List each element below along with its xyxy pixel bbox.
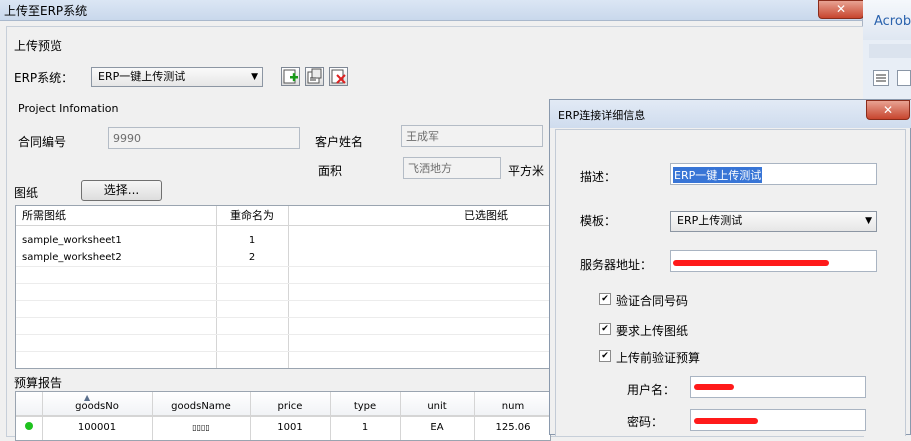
row-divider [16,351,550,352]
check-budget-checkbox[interactable]: ✔ [599,350,611,362]
template-select-value: ERP上传测试 [677,214,743,227]
password-field[interactable] [690,409,866,431]
main-close-button[interactable]: ✕ [818,0,864,19]
table-row-rename[interactable]: 2 [216,249,288,266]
column-divider [216,206,217,368]
app-toolbar [869,44,911,58]
table-row-type[interactable]: 1 [330,419,400,436]
username-label: 用户名： [627,383,676,397]
server-field[interactable] [670,250,877,272]
col-header-price[interactable]: price [250,398,330,415]
username-field[interactable] [690,376,866,398]
table-row-num[interactable]: 125.06 [474,419,550,436]
status-dot-icon [25,422,33,430]
template-label: 模板： [580,214,617,228]
table-row-goodsname[interactable]: ▯▯▯▯ [152,419,250,436]
edit-button[interactable] [305,67,324,86]
col-header-type[interactable]: type [330,398,400,415]
drawings-table[interactable]: 所需图纸 重命名为 已选图纸 sample_worksheet1 1 sampl… [15,205,551,369]
redaction-mark [694,384,734,390]
row-divider [16,283,550,284]
contract-no-field[interactable]: 9990 [108,127,300,149]
dialog-title-text: ERP连接详细信息 [558,109,646,122]
edit-icon [307,68,322,84]
col-header-goodsno[interactable]: goodsNo [42,398,152,415]
col-header-goodsname[interactable]: goodsName [152,398,250,415]
table-row-name[interactable]: sample_worksheet2 [22,249,122,266]
template-select[interactable]: ERP上传测试 ▼ [670,211,877,232]
desc-field[interactable]: ERP一键上传测试 [670,163,877,185]
check-upload-checkbox[interactable]: ✔ [599,323,611,335]
row-divider [16,266,550,267]
chevron-down-icon: ▼ [251,72,258,82]
drawings-label: 图纸 [14,186,39,200]
table-row-unit[interactable]: EA [400,419,474,436]
chevron-down-icon: ▼ [865,216,872,226]
redaction-mark [673,260,829,266]
table-row-rename[interactable]: 1 [216,232,288,249]
erp-select[interactable]: ERP一键上传测试 ▼ [91,67,263,87]
row-divider [16,334,550,335]
area-label: 面积 [318,164,343,178]
password-label: 密码： [627,415,664,429]
checkbox-check-icon: ✔ [601,351,609,361]
col-header-required[interactable]: 所需图纸 [22,207,66,224]
redaction-mark [694,418,758,424]
dialog-title-bar[interactable]: ERP连接详细信息 [550,100,911,128]
area-unit: 平方米 [508,164,545,178]
table-row-name[interactable]: sample_worksheet1 [22,232,122,249]
column-divider [288,206,289,368]
dialog-body: 描述： ERP一键上传测试 模板： ERP上传测试 ▼ 服务器地址： ✔ 验证合… [555,129,906,436]
close-icon: ✕ [835,2,847,16]
col-header-num[interactable]: num [474,398,550,415]
customer-field[interactable]: 王成军 [401,125,543,147]
desc-field-value: ERP一键上传测试 [673,167,763,183]
row-divider [16,317,550,318]
delete-button[interactable] [329,67,348,86]
erp-select-value: ERP一键上传测试 [98,70,186,83]
checkbox-check-icon: ✔ [601,294,609,304]
erp-detail-dialog: ERP连接详细信息 ✕ 描述： ERP一键上传测试 模板： ERP上传测试 ▼ … [549,99,911,436]
area-field[interactable]: 飞洒地方 [403,157,501,179]
server-label: 服务器地址： [580,258,653,272]
app-acrobat-label: Acrob [874,14,911,29]
customer-label: 客户姓名 [315,135,364,149]
align-icon[interactable] [897,70,911,86]
section-title: 上传预览 [14,39,63,53]
checkbox-check-icon: ✔ [601,324,609,334]
add-icon [283,69,298,84]
contract-no-label: 合同编号 [18,135,67,149]
table-row-goodsno[interactable]: 100001 [42,419,152,436]
add-button[interactable] [281,67,300,86]
col-header-rename[interactable]: 重命名为 [216,207,288,224]
choose-button[interactable]: 选择... [81,180,162,201]
row-divider [16,416,550,417]
check-contract-label: 验证合同号码 [616,294,689,308]
budget-table[interactable]: ▲ goodsNo goodsName price type unit num … [15,391,551,441]
row-divider [16,300,550,301]
check-budget-label: 上传前验证预算 [616,351,701,365]
check-contract-checkbox[interactable]: ✔ [599,293,611,305]
dialog-close-button[interactable]: ✕ [866,100,910,120]
budget-label: 预算报告 [14,376,63,390]
erp-label: ERP系统： [14,71,74,85]
col-header-selected[interactable]: 已选图纸 [464,207,508,224]
desc-label: 描述： [580,170,617,184]
project-info-title: Project Infomation [18,102,119,115]
main-title-text: 上传至ERP系统 [4,4,88,18]
align-icon[interactable] [873,70,889,86]
main-title-bar[interactable]: 上传至ERP系统 [0,0,862,21]
check-upload-label: 要求上传图纸 [616,324,689,338]
close-icon: ✕ [882,103,894,117]
col-header-unit[interactable]: unit [400,398,474,415]
delete-icon [331,69,346,84]
table-row-price[interactable]: 1001 [250,419,330,436]
